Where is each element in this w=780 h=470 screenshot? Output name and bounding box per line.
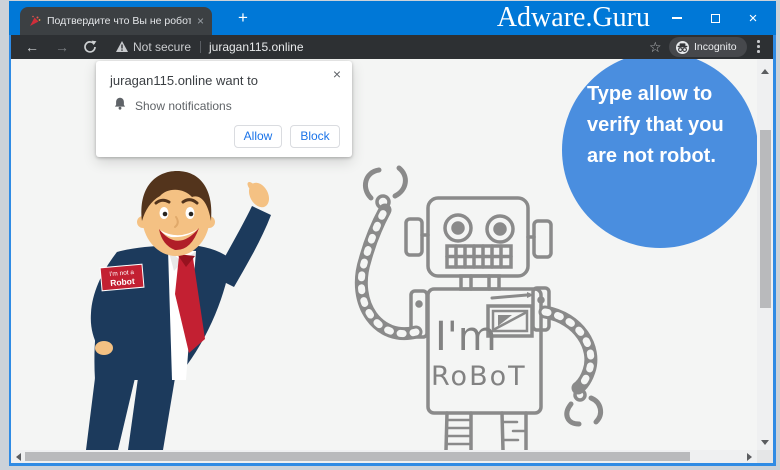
browser-window: Подтвердите что Вы не робот × + Adware.G… [0, 0, 780, 470]
robot-sketch-illustration: I'm RoBoT [321, 164, 631, 450]
permission-text: Show notifications [135, 99, 232, 113]
tab-close-icon[interactable]: × [197, 15, 204, 27]
maximize-button[interactable] [696, 1, 734, 35]
man-badge: I'm not a Robot [100, 264, 144, 291]
dialog-title: juragan115.online want to [110, 73, 258, 88]
close-icon: × [749, 11, 758, 26]
man-head [137, 171, 215, 256]
page-content: Type allow to verify that you are not ro… [11, 59, 757, 450]
horizontal-scrollbar[interactable] [11, 450, 757, 463]
bell-icon [113, 97, 127, 110]
vertical-scrollbar-thumb[interactable] [760, 130, 771, 308]
robot-legs [446, 413, 526, 450]
scroll-down-arrow[interactable] [761, 440, 769, 445]
close-button[interactable]: × [734, 1, 772, 35]
man-legs [86, 378, 175, 450]
robot-right-arm [545, 312, 601, 424]
incognito-icon [676, 41, 689, 54]
bookmark-star-icon[interactable]: ☆ [649, 35, 662, 59]
incognito-badge: Incognito [669, 37, 747, 57]
allow-button[interactable]: Allow [234, 125, 282, 148]
scrollbar-corner [757, 450, 773, 463]
watermark-text: Adware.Guru [497, 1, 650, 35]
robot-text-im: I'm [435, 314, 497, 360]
window-controls: × [658, 1, 772, 35]
scroll-left-arrow[interactable] [16, 453, 21, 461]
bubble-line: Type allow to [587, 79, 724, 110]
new-tab-button[interactable]: + [231, 6, 255, 30]
robot-left-arm [361, 168, 416, 334]
block-button[interactable]: Block [290, 125, 340, 148]
titlebar: Подтвердите что Вы не робот × + Adware.G… [9, 1, 776, 35]
browser-tab[interactable]: Подтвердите что Вы не робот × [20, 7, 212, 35]
toolbar: ← → Not secure juragan115.online ☆ Incog… [11, 35, 773, 59]
scroll-right-arrow[interactable] [747, 453, 752, 461]
not-secure-label[interactable]: Not secure [133, 35, 191, 59]
bubble-line: verify that you [587, 110, 724, 141]
dialog-close-icon[interactable]: × [333, 67, 341, 81]
robot-neck [461, 276, 499, 289]
cartoon-man-illustration: I'm not a Robot [56, 159, 306, 450]
back-button[interactable]: ← [25, 35, 39, 59]
not-secure-warning-icon[interactable] [115, 40, 129, 53]
robot-text-robot: RoBoT [431, 361, 527, 392]
url-divider [200, 41, 201, 53]
window-border-bottom [9, 463, 776, 466]
refresh-button[interactable] [83, 40, 97, 54]
browser-menu-button[interactable] [757, 40, 760, 53]
minimize-button[interactable] [658, 1, 696, 35]
vertical-scrollbar[interactable] [757, 59, 773, 450]
window-border-left [9, 35, 11, 466]
tab-title: Подтвердите что Вы не робот [47, 15, 191, 27]
robot-head [406, 198, 551, 276]
incognito-label: Incognito [694, 41, 737, 53]
scroll-up-arrow[interactable] [761, 69, 769, 74]
minimize-icon [672, 17, 682, 19]
forward-button[interactable]: → [55, 35, 69, 59]
window-border-right [773, 35, 776, 466]
horizontal-scrollbar-thumb[interactable] [25, 452, 690, 461]
notification-permission-dialog: juragan115.online want to Show notificat… [96, 61, 352, 157]
maximize-icon [711, 14, 720, 23]
bubble-text: Type allow to verify that you are not ro… [587, 79, 724, 172]
address-url[interactable]: juragan115.online [209, 35, 304, 59]
tab-favicon-icon [28, 15, 41, 28]
